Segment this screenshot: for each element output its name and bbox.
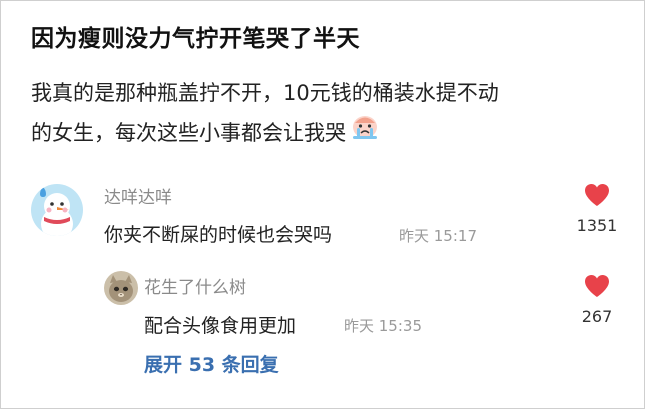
post-body-line-1: 我真的是那种瓶盖拧不开，10元钱的桶装水提不动 — [31, 81, 499, 105]
post-body-line-2-text: 的女生，每次这些小事都会让我哭 — [31, 121, 346, 145]
like-count: 1351 — [576, 216, 618, 235]
comment-username[interactable]: 达咩达咩 — [104, 183, 172, 208]
post-body-line-2: 的女生，每次这些小事都会让我哭 — [31, 113, 621, 153]
reply-text: 配合头像食用更加 — [144, 315, 297, 337]
crying-emoji-icon — [350, 110, 380, 153]
heart-icon[interactable] — [584, 274, 610, 298]
reply-username[interactable]: 花生了什么树 — [144, 273, 246, 298]
post-title: 因为瘦则没力气拧开笔哭了半天 — [31, 26, 360, 52]
heart-icon[interactable] — [584, 183, 610, 207]
snowman-avatar[interactable] — [31, 184, 83, 236]
weibo-post-card: 因为瘦则没力气拧开笔哭了半天 我真的是那种瓶盖拧不开，10元钱的桶装水提不动 的… — [0, 0, 645, 409]
expand-replies-link[interactable]: 展开 53 条回复 — [144, 350, 279, 377]
cat-avatar[interactable] — [104, 271, 138, 305]
comment-text: 你夹不断屎的时候也会哭吗 — [104, 224, 333, 246]
post-body: 我真的是那种瓶盖拧不开，10元钱的桶装水提不动 的女生，每次这些小事都会让我哭 — [31, 73, 621, 153]
reply-like-count: 267 — [581, 307, 613, 326]
comment-timestamp: 昨天 15:17 — [399, 227, 477, 245]
reply-timestamp: 昨天 15:35 — [344, 317, 422, 335]
